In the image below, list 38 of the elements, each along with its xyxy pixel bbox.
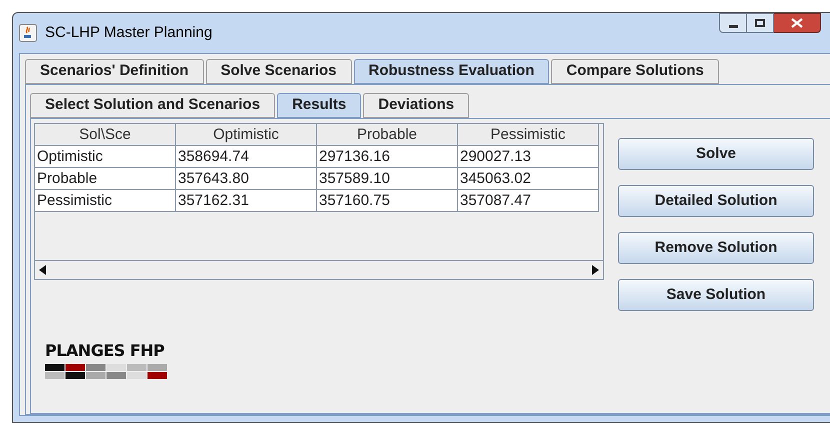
table-cell: 357087.47 — [458, 190, 599, 212]
java-cup-icon — [19, 24, 37, 42]
table-cell: 290027.13 — [458, 146, 599, 168]
table-cell: 357160.75 — [317, 190, 458, 212]
minimize-icon — [728, 24, 738, 28]
action-button[interactable]: Solve — [618, 138, 814, 170]
table-cell: 345063.02 — [458, 168, 599, 190]
table-cell: Pessimistic — [35, 190, 176, 212]
tab[interactable]: Robustness Evaluation — [354, 59, 550, 84]
table-cell: Optimistic — [35, 146, 176, 168]
window-title: SC-LHP Master Planning — [45, 22, 212, 43]
tab[interactable]: Results — [277, 93, 362, 118]
column-header[interactable]: Probable — [317, 124, 458, 146]
table-cell: 357643.80 — [176, 168, 317, 190]
maximize-icon — [755, 19, 765, 27]
column-header[interactable]: Sol\Sce — [35, 124, 176, 146]
close-button[interactable] — [774, 13, 821, 33]
action-button[interactable]: Remove Solution — [618, 232, 814, 264]
column-header[interactable]: Optimistic — [176, 124, 317, 146]
action-button[interactable]: Detailed Solution — [618, 185, 814, 217]
right-arrow-icon[interactable] — [591, 265, 599, 275]
table-cell: Probable — [35, 168, 176, 190]
table-cell: 357162.31 — [176, 190, 317, 212]
close-icon — [791, 18, 803, 28]
table-cell: 357589.10 — [317, 168, 458, 190]
logo-text: PLANGES FHP — [45, 342, 166, 360]
action-button[interactable]: Save Solution — [618, 279, 814, 311]
column-header[interactable]: Pessimistic — [458, 124, 599, 146]
tab[interactable]: Compare Solutions — [551, 59, 719, 84]
table-cell: 297136.16 — [317, 146, 458, 168]
minimize-button[interactable] — [719, 13, 747, 33]
table-cell: 358694.74 — [176, 146, 317, 168]
maximize-button[interactable] — [747, 13, 774, 33]
tab[interactable]: Deviations — [363, 93, 470, 118]
tab[interactable]: Select Solution and Scenarios — [30, 93, 276, 118]
left-arrow-icon[interactable] — [39, 265, 47, 275]
tab[interactable]: Solve Scenarios — [206, 59, 352, 84]
tab[interactable]: Scenarios' Definition — [25, 59, 204, 84]
